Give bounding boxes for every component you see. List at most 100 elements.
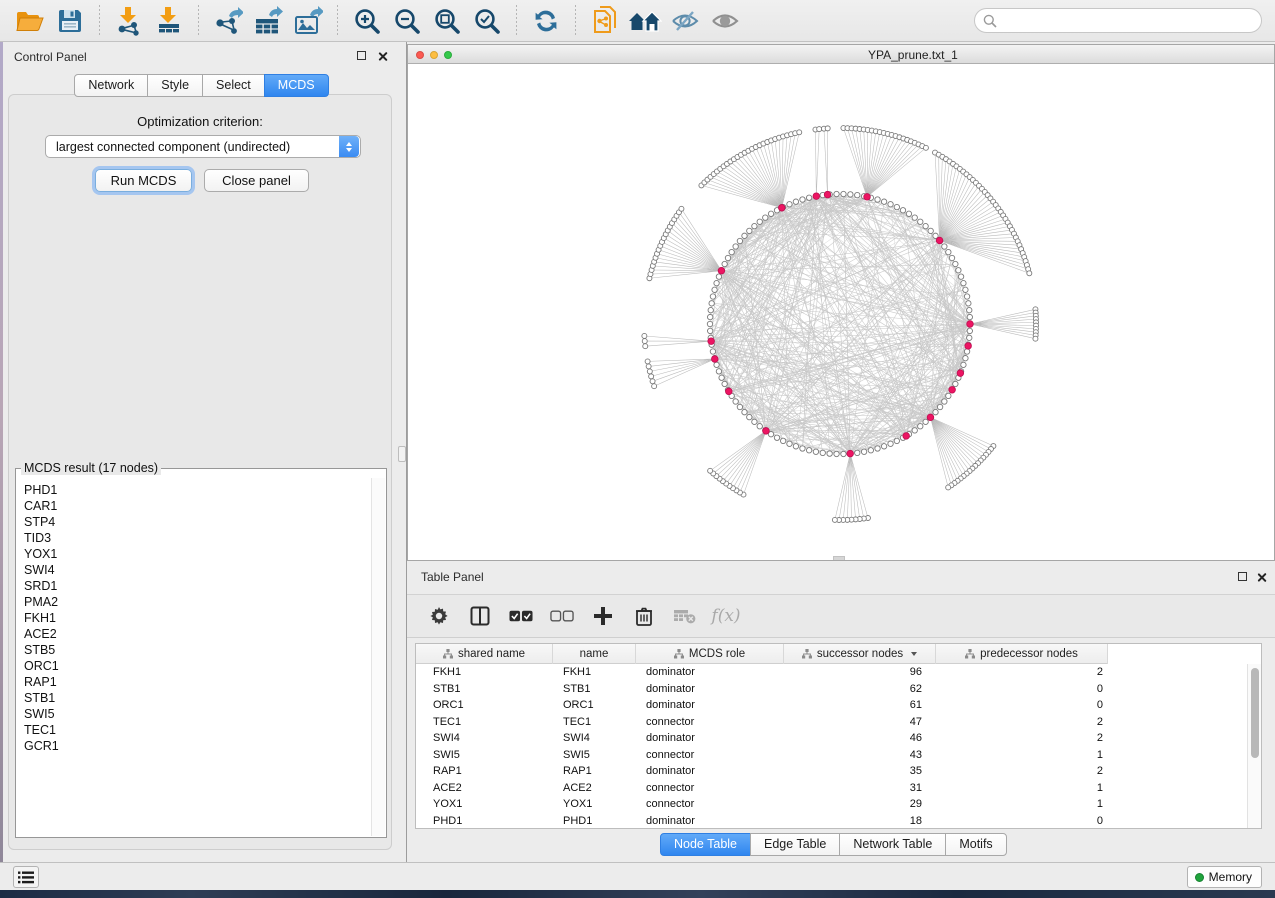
- mcds-item[interactable]: PHD1: [24, 482, 371, 498]
- mcds-item[interactable]: STB1: [24, 690, 371, 706]
- minimize-window-icon[interactable]: [430, 51, 438, 59]
- mcds-item[interactable]: STP4: [24, 514, 371, 530]
- memory-label: Memory: [1209, 870, 1252, 884]
- splitter-collapse-handle[interactable]: [398, 446, 406, 462]
- column-header-name[interactable]: name: [553, 644, 636, 664]
- tab-style[interactable]: Style: [147, 74, 203, 97]
- close-panel-icon[interactable]: [377, 51, 388, 62]
- delete-row-icon[interactable]: [632, 604, 656, 628]
- table-scrollbar-thumb[interactable]: [1251, 668, 1259, 758]
- column-header-successor-nodes[interactable]: successor nodes: [784, 644, 936, 664]
- network-canvas[interactable]: [408, 64, 1274, 560]
- memory-status-icon: [1195, 873, 1204, 882]
- column-header-predecessor-nodes[interactable]: predecessor nodes: [936, 644, 1108, 664]
- mcds-item[interactable]: CAR1: [24, 498, 371, 514]
- sort-indicator-icon: [911, 652, 917, 656]
- tab-node-table[interactable]: Node Table: [660, 833, 751, 856]
- zoom-in-icon[interactable]: [349, 4, 385, 38]
- table-row[interactable]: ACE2ACE2connector311: [416, 780, 1247, 797]
- show-eye-icon[interactable]: [707, 4, 743, 38]
- column-layout-icon[interactable]: [468, 604, 492, 628]
- maximize-window-icon[interactable]: [444, 51, 452, 59]
- table-cell: 31: [784, 782, 936, 794]
- close-window-icon[interactable]: [416, 51, 424, 59]
- mcds-item[interactable]: FKH1: [24, 610, 371, 626]
- task-history-button[interactable]: [13, 866, 39, 888]
- list-icon: [18, 871, 34, 884]
- add-row-icon[interactable]: [591, 604, 615, 628]
- node-table: shared namenameMCDS rolesuccessor nodesp…: [415, 643, 1262, 829]
- zoom-out-icon[interactable]: [389, 4, 425, 38]
- save-session-icon[interactable]: [52, 4, 88, 38]
- settings-gear-icon[interactable]: [427, 604, 451, 628]
- table-cell: connector: [636, 782, 784, 794]
- search-input[interactable]: [1002, 11, 1261, 31]
- canvas-scroll-grip[interactable]: [833, 556, 845, 560]
- close-panel-button[interactable]: Close panel: [204, 169, 309, 192]
- export-network-icon[interactable]: [210, 4, 246, 38]
- mcds-item[interactable]: YOX1: [24, 546, 371, 562]
- table-cell: 96: [784, 666, 936, 678]
- zoom-fit-icon[interactable]: [429, 4, 465, 38]
- mcds-item[interactable]: RAP1: [24, 674, 371, 690]
- open-file-icon[interactable]: [12, 4, 48, 38]
- mcds-item[interactable]: SWI5: [24, 706, 371, 722]
- tab-select[interactable]: Select: [202, 74, 265, 97]
- hide-eye-icon[interactable]: [667, 4, 703, 38]
- mcds-item[interactable]: PMA2: [24, 594, 371, 610]
- table-row[interactable]: SWI5SWI5connector431: [416, 747, 1247, 764]
- mcds-item[interactable]: ORC1: [24, 658, 371, 674]
- home-icon[interactable]: [627, 4, 663, 38]
- table-row[interactable]: ORC1ORC1dominator610: [416, 697, 1247, 714]
- table-cell: 1: [936, 782, 1108, 794]
- network-file-icon[interactable]: [587, 4, 623, 38]
- table-toolbar: f(x): [407, 594, 1275, 638]
- tab-edge-table[interactable]: Edge Table: [750, 833, 840, 856]
- close-table-panel-icon[interactable]: [1256, 572, 1267, 583]
- table-scrollbar[interactable]: [1247, 664, 1261, 828]
- zoom-selected-icon[interactable]: [469, 4, 505, 38]
- select-all-icon[interactable]: [509, 604, 533, 628]
- mcds-item[interactable]: SRD1: [24, 578, 371, 594]
- table-row[interactable]: PHD1PHD1dominator180: [416, 813, 1247, 829]
- toolbar-separator: [516, 5, 517, 37]
- run-mcds-button[interactable]: Run MCDS: [95, 169, 192, 192]
- tab-motifs[interactable]: Motifs: [945, 833, 1006, 856]
- mcds-item[interactable]: GCR1: [24, 738, 371, 754]
- criterion-dropdown[interactable]: largest connected component (undirected): [45, 135, 361, 158]
- refresh-layout-icon[interactable]: [528, 4, 564, 38]
- mcds-item[interactable]: STB5: [24, 642, 371, 658]
- table-cell: RAP1: [416, 765, 553, 777]
- delete-table-icon[interactable]: [673, 604, 697, 628]
- float-panel-icon[interactable]: [357, 51, 368, 62]
- table-cell: STB1: [553, 683, 636, 695]
- table-row[interactable]: YOX1YOX1connector291: [416, 796, 1247, 813]
- network-graph[interactable]: [408, 64, 1274, 560]
- table-row[interactable]: FKH1FKH1dominator962: [416, 664, 1247, 681]
- import-network-icon[interactable]: [111, 4, 147, 38]
- table-cell: YOX1: [416, 798, 553, 810]
- table-cell: RAP1: [553, 765, 636, 777]
- table-row[interactable]: RAP1RAP1dominator352: [416, 763, 1247, 780]
- mcds-item[interactable]: ACE2: [24, 626, 371, 642]
- tab-mcds[interactable]: MCDS: [264, 74, 329, 97]
- mcds-list-scrollbar[interactable]: [371, 478, 385, 836]
- export-image-icon[interactable]: [290, 4, 326, 38]
- float-table-panel-icon[interactable]: [1238, 572, 1249, 583]
- tab-network[interactable]: Network: [74, 74, 148, 97]
- memory-button[interactable]: Memory: [1187, 866, 1262, 888]
- table-cell: 35: [784, 765, 936, 777]
- mcds-item[interactable]: SWI4: [24, 562, 371, 578]
- column-header-shared-name[interactable]: shared name: [416, 644, 553, 664]
- network-window-titlebar[interactable]: YPA_prune.txt_1: [408, 45, 1274, 64]
- deselect-all-icon[interactable]: [550, 604, 574, 628]
- mcds-item[interactable]: TEC1: [24, 722, 371, 738]
- tab-network-table[interactable]: Network Table: [839, 833, 946, 856]
- table-row[interactable]: SWI4SWI4dominator462: [416, 730, 1247, 747]
- export-table-icon[interactable]: [250, 4, 286, 38]
- mcds-item[interactable]: TID3: [24, 530, 371, 546]
- table-row[interactable]: TEC1TEC1connector472: [416, 714, 1247, 731]
- table-row[interactable]: STB1STB1dominator620: [416, 681, 1247, 698]
- column-header-MCDS-role[interactable]: MCDS role: [636, 644, 784, 664]
- import-table-icon[interactable]: [151, 4, 187, 38]
